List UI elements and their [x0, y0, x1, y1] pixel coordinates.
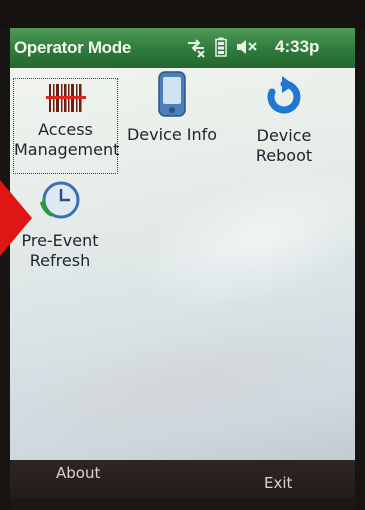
- tile-label: Access: [38, 120, 93, 139]
- device-bezel-left: [0, 28, 10, 510]
- status-icons: [185, 36, 259, 62]
- tile-label: Device Info: [126, 125, 218, 144]
- device-bezel-right: [355, 28, 365, 510]
- about-softkey[interactable]: About: [56, 464, 100, 482]
- pda-device-icon: [120, 70, 224, 123]
- tile-access-management[interactable]: Access Management: [13, 78, 120, 174]
- exit-softkey[interactable]: Exit: [264, 474, 292, 492]
- title-bar: Operator Mode 4:33p: [10, 28, 355, 68]
- connectivity-icon[interactable]: [185, 36, 207, 62]
- barcode-icon: [14, 81, 117, 120]
- tile-label: Management: [14, 140, 120, 159]
- tile-device-reboot[interactable]: Device Reboot: [234, 76, 334, 172]
- tile-label: Reboot: [255, 146, 313, 165]
- device-bezel-top: [0, 0, 365, 28]
- softkey-bar: About Exit: [10, 460, 355, 498]
- tile-device-info[interactable]: Device Info: [120, 70, 224, 160]
- tile-label: Device: [256, 126, 312, 145]
- clock[interactable]: 4:33p: [275, 37, 319, 57]
- red-pointer-arrow: [0, 180, 32, 256]
- battery-icon[interactable]: [215, 37, 227, 61]
- device-screen: Operator Mode 4:33p Access Management De…: [10, 28, 355, 498]
- volume-muted-icon[interactable]: [235, 37, 259, 61]
- window-title: Operator Mode: [14, 38, 132, 57]
- refresh-arrow-icon: [234, 76, 334, 121]
